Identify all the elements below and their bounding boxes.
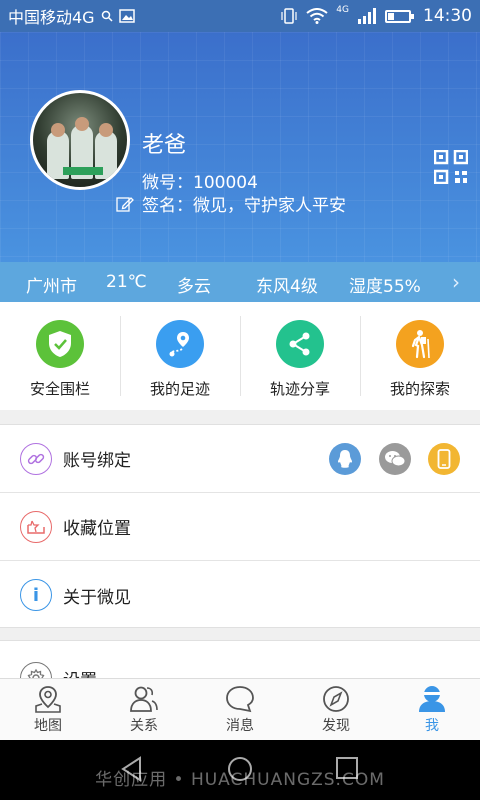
clock: 14:30 xyxy=(423,6,472,26)
menu-about[interactable]: i 关于微见 xyxy=(0,561,480,629)
wifi-icon xyxy=(306,8,328,24)
carrier-label: 中国移动4G xyxy=(8,8,95,27)
tab-label: 我 xyxy=(425,718,439,734)
watermark: 华创应用 • HUACHUANGZS.COM xyxy=(95,770,385,790)
feature-my-footprints[interactable]: 我的足迹 xyxy=(120,302,240,410)
settings-list: 账号绑定 收藏位置 i 关于微见 xyxy=(0,424,480,628)
phone-icon[interactable] xyxy=(428,443,460,475)
bookmark-location-icon xyxy=(20,510,52,543)
tab-label: 地图 xyxy=(34,718,62,734)
search-icon xyxy=(101,10,113,22)
tab-discover[interactable]: 发现 xyxy=(288,679,384,740)
profile-name: 老爸 xyxy=(142,133,187,158)
battery-icon xyxy=(385,9,414,23)
info-icon: i xyxy=(20,579,52,611)
menu-saved-locations[interactable]: 收藏位置 xyxy=(0,493,480,561)
signal-icon xyxy=(358,8,376,24)
tab-label: 发现 xyxy=(322,718,350,734)
chevron-right-icon[interactable]: › xyxy=(452,270,460,294)
me-icon xyxy=(419,686,445,712)
image-icon xyxy=(118,9,135,23)
feature-label: 我的足迹 xyxy=(149,380,210,398)
qr-code-icon[interactable] xyxy=(434,150,468,184)
vibrate-icon xyxy=(281,8,297,24)
tab-messages[interactable]: 消息 xyxy=(192,679,288,740)
menu-settings[interactable]: 设置 xyxy=(0,640,480,680)
hiker-icon xyxy=(396,320,444,368)
share-icon xyxy=(276,320,324,368)
feature-label: 我的探索 xyxy=(389,380,450,398)
feature-label: 轨迹分享 xyxy=(269,380,330,398)
status-bar: 中国移动4G 4G 14:30 xyxy=(0,0,480,32)
weather-city: 广州市 xyxy=(26,277,77,297)
avatar[interactable] xyxy=(30,90,130,190)
menu-label: 关于微见 xyxy=(63,587,131,608)
network-type-label: 4G xyxy=(336,5,349,15)
feature-label: 安全围栏 xyxy=(29,380,90,398)
feature-safety-fence[interactable]: 安全围栏 xyxy=(0,302,120,410)
tab-label: 消息 xyxy=(226,718,254,734)
profile-signature: 签名：微见，守护家人平安 xyxy=(142,196,346,216)
people-icon xyxy=(130,686,158,712)
map-pin-icon xyxy=(35,686,61,713)
footprint-route-icon xyxy=(156,320,204,368)
bottom-tab-bar: 地图 关系 消息 发现 我 xyxy=(0,678,480,740)
menu-label: 账号绑定 xyxy=(63,451,131,471)
edit-icon[interactable] xyxy=(116,195,134,213)
tab-label: 关系 xyxy=(130,718,158,734)
menu-account-binding[interactable]: 账号绑定 xyxy=(0,425,480,493)
weather-condition: 多云 xyxy=(177,277,211,297)
feature-grid: 安全围栏 我的足迹 轨迹分享 我的探索 xyxy=(0,302,480,410)
weather-bar[interactable]: 广州市 21℃ 多云 东风4级 湿度55% › xyxy=(0,262,480,302)
qq-icon[interactable] xyxy=(329,443,361,475)
feature-my-exploration[interactable]: 我的探索 xyxy=(360,302,480,410)
profile-id: 微号：100004 xyxy=(142,173,258,193)
weather-humidity: 湿度55% xyxy=(349,277,421,297)
weather-wind: 东风4级 xyxy=(256,277,318,297)
link-icon xyxy=(20,442,52,475)
shield-check-icon xyxy=(36,320,84,368)
tab-map[interactable]: 地图 xyxy=(0,679,96,740)
compass-icon xyxy=(323,686,349,712)
tab-relations[interactable]: 关系 xyxy=(96,679,192,740)
tab-me[interactable]: 我 xyxy=(384,679,480,740)
chat-bubble-icon xyxy=(226,686,254,713)
wechat-icon[interactable] xyxy=(379,443,411,475)
feature-track-share[interactable]: 轨迹分享 xyxy=(240,302,360,410)
weather-temperature: 21℃ xyxy=(106,272,147,292)
menu-label: 收藏位置 xyxy=(63,519,131,539)
